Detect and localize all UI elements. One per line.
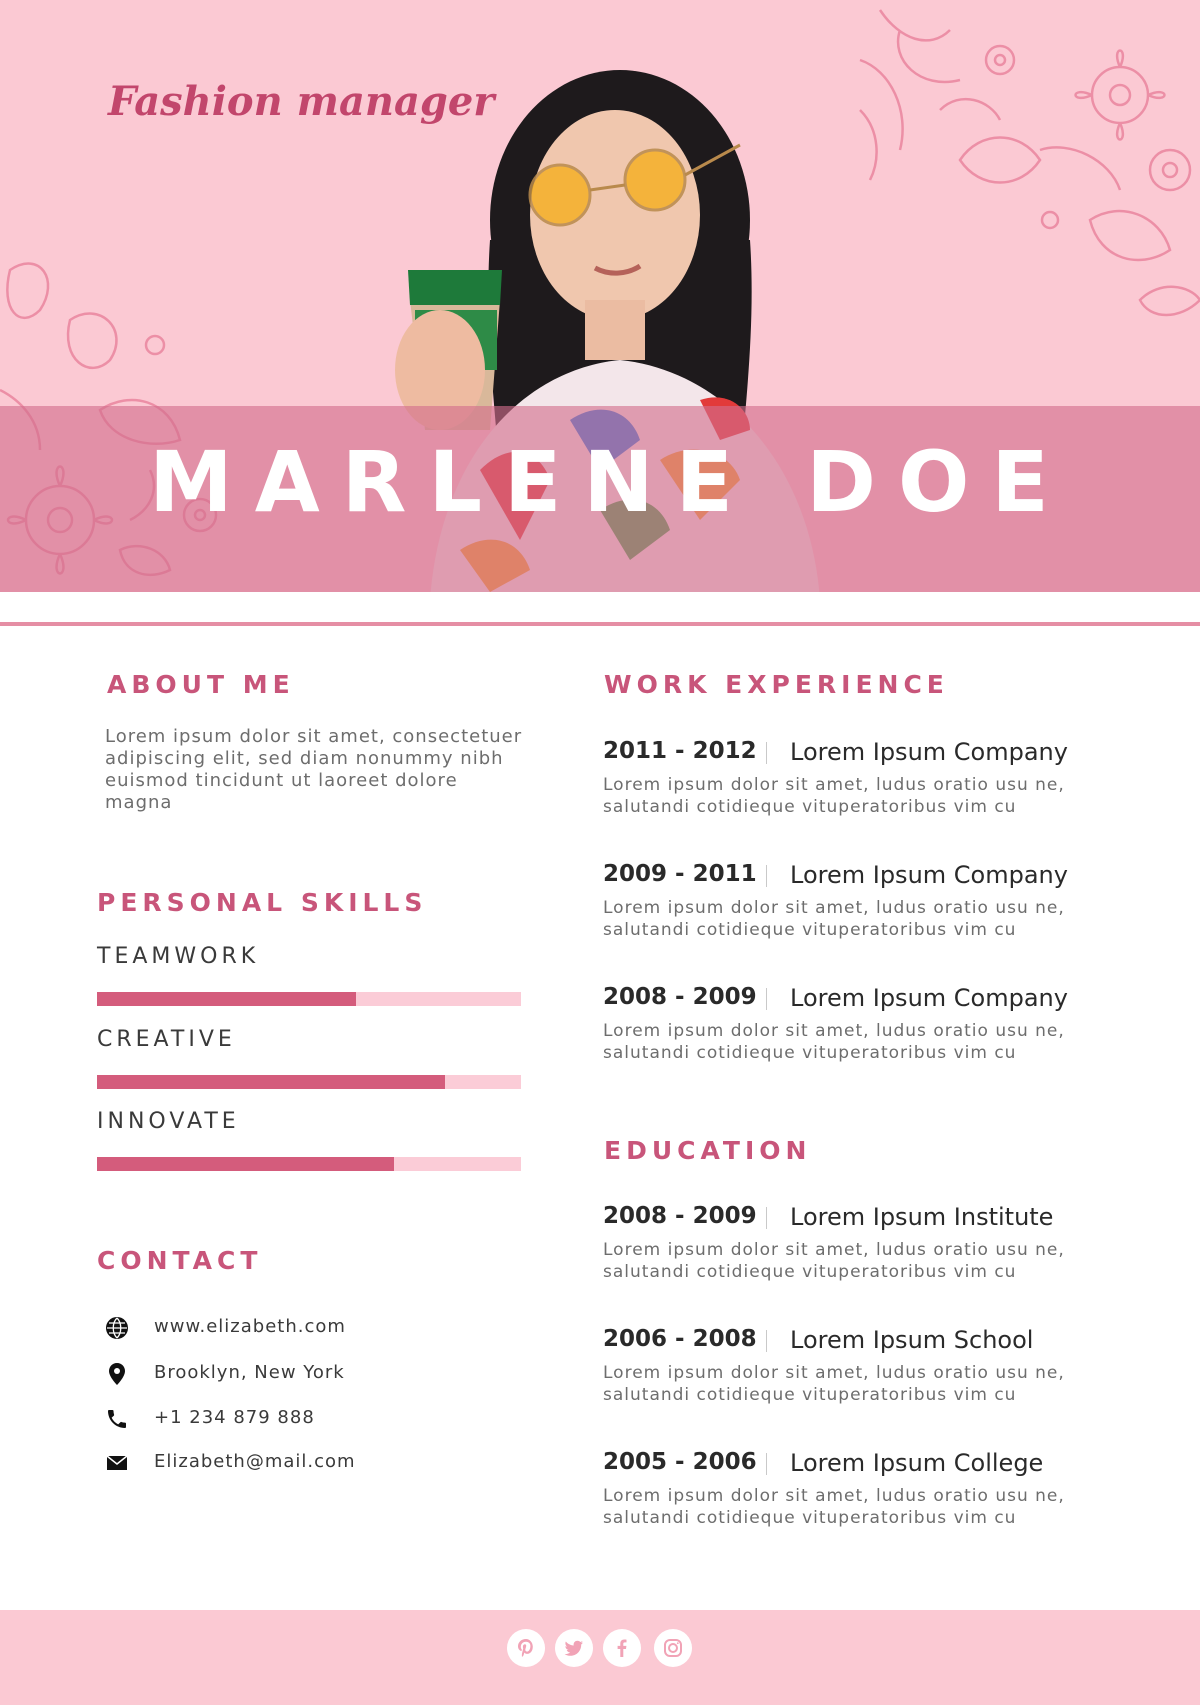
entry-years: 2005 - 2006 bbox=[603, 1449, 757, 1475]
skill-bar-track bbox=[97, 1075, 521, 1089]
education-entry: 2005 - 2006 Lorem Ipsum College Lorem ip… bbox=[603, 1449, 1123, 1529]
entry-description: Lorem ipsum dolor sit amet, ludus oratio… bbox=[603, 775, 1065, 817]
pinterest-icon bbox=[518, 1639, 533, 1657]
skill-teamwork: TEAMWORK bbox=[97, 944, 521, 1006]
candidate-name: MARLENE DOE bbox=[149, 433, 1071, 531]
skill-bar-track bbox=[97, 992, 521, 1006]
twitter-link[interactable] bbox=[555, 1629, 593, 1667]
entry-organization: Lorem Ipsum College bbox=[790, 1449, 1044, 1477]
skills-heading: PERSONAL SKILLS bbox=[97, 888, 428, 917]
instagram-icon bbox=[664, 1639, 682, 1657]
section-divider bbox=[0, 622, 1200, 626]
floral-decoration-icon bbox=[859, 9, 1200, 317]
entry-separator bbox=[766, 1207, 767, 1229]
contact-website-text: www.elizabeth.com bbox=[154, 1316, 346, 1337]
skill-bar-fill bbox=[97, 1075, 445, 1089]
contact-email-text: Elizabeth@mail.com bbox=[154, 1451, 356, 1472]
entry-organization: Lorem Ipsum Company bbox=[790, 861, 1068, 889]
globe-icon bbox=[106, 1317, 128, 1339]
work-entry: 2008 - 2009 Lorem Ipsum Company Lorem ip… bbox=[603, 984, 1123, 1064]
entry-description: Lorem ipsum dolor sit amet, ludus oratio… bbox=[603, 1240, 1065, 1282]
entry-years: 2006 - 2008 bbox=[603, 1326, 757, 1352]
entry-separator bbox=[766, 1330, 767, 1352]
entry-years: 2008 - 2009 bbox=[603, 1203, 757, 1229]
skill-bar-fill bbox=[97, 992, 356, 1006]
entry-separator bbox=[766, 865, 767, 887]
contact-phone[interactable]: +1 234 879 888 bbox=[105, 1405, 525, 1433]
skill-bar-track bbox=[97, 1157, 521, 1171]
entry-years: 2011 - 2012 bbox=[603, 738, 757, 764]
entry-description: Lorem ipsum dolor sit amet, ludus oratio… bbox=[603, 1363, 1065, 1405]
facebook-icon bbox=[617, 1639, 627, 1657]
location-pin-icon bbox=[109, 1363, 125, 1385]
contact-email[interactable]: Elizabeth@mail.com bbox=[105, 1449, 525, 1477]
entry-description: Lorem ipsum dolor sit amet, ludus oratio… bbox=[603, 898, 1065, 940]
contact-location: Brooklyn, New York bbox=[105, 1360, 525, 1388]
entry-organization: Lorem Ipsum Company bbox=[790, 984, 1068, 1012]
skill-label: TEAMWORK bbox=[97, 944, 260, 969]
about-heading: ABOUT ME bbox=[107, 670, 295, 699]
entry-separator bbox=[766, 1453, 767, 1475]
facebook-link[interactable] bbox=[603, 1629, 641, 1667]
contact-phone-text: +1 234 879 888 bbox=[154, 1407, 315, 1428]
entry-description: Lorem ipsum dolor sit amet, ludus oratio… bbox=[603, 1486, 1065, 1528]
skill-innovate: INNOVATE bbox=[97, 1109, 521, 1171]
work-entry: 2009 - 2011 Lorem Ipsum Company Lorem ip… bbox=[603, 861, 1123, 941]
twitter-icon bbox=[564, 1640, 583, 1656]
instagram-link[interactable] bbox=[654, 1629, 692, 1667]
contact-heading: CONTACT bbox=[97, 1246, 263, 1275]
entry-years: 2008 - 2009 bbox=[603, 984, 757, 1010]
phone-icon bbox=[108, 1410, 126, 1428]
education-heading: EDUCATION bbox=[604, 1136, 812, 1165]
job-title: Fashion manager bbox=[108, 78, 495, 125]
hero-banner: MARLENE DOE Fashion manager bbox=[0, 0, 1200, 592]
entry-separator bbox=[766, 988, 767, 1010]
work-entry: 2011 - 2012 Lorem Ipsum Company Lorem ip… bbox=[603, 738, 1123, 818]
skill-label: INNOVATE bbox=[97, 1109, 240, 1134]
contact-location-text: Brooklyn, New York bbox=[154, 1362, 345, 1383]
skill-bar-fill bbox=[97, 1157, 394, 1171]
about-text: Lorem ipsum dolor sit amet, consectetuer… bbox=[105, 726, 523, 813]
skill-creative: CREATIVE bbox=[97, 1027, 521, 1089]
envelope-icon bbox=[106, 1455, 128, 1470]
entry-organization: Lorem Ipsum Company bbox=[790, 738, 1068, 766]
entry-years: 2009 - 2011 bbox=[603, 861, 757, 887]
entry-separator bbox=[766, 742, 767, 764]
entry-organization: Lorem Ipsum Institute bbox=[790, 1203, 1054, 1231]
entry-organization: Lorem Ipsum School bbox=[790, 1326, 1034, 1354]
contact-website[interactable]: www.elizabeth.com bbox=[105, 1314, 525, 1342]
education-entry: 2006 - 2008 Lorem Ipsum School Lorem ips… bbox=[603, 1326, 1123, 1406]
pinterest-link[interactable] bbox=[507, 1629, 545, 1667]
skill-label: CREATIVE bbox=[97, 1027, 236, 1052]
work-heading: WORK EXPERIENCE bbox=[604, 670, 949, 699]
education-entry: 2008 - 2009 Lorem Ipsum Institute Lorem … bbox=[603, 1203, 1123, 1283]
footer-bar bbox=[0, 1610, 1200, 1705]
entry-description: Lorem ipsum dolor sit amet, ludus oratio… bbox=[603, 1021, 1065, 1063]
